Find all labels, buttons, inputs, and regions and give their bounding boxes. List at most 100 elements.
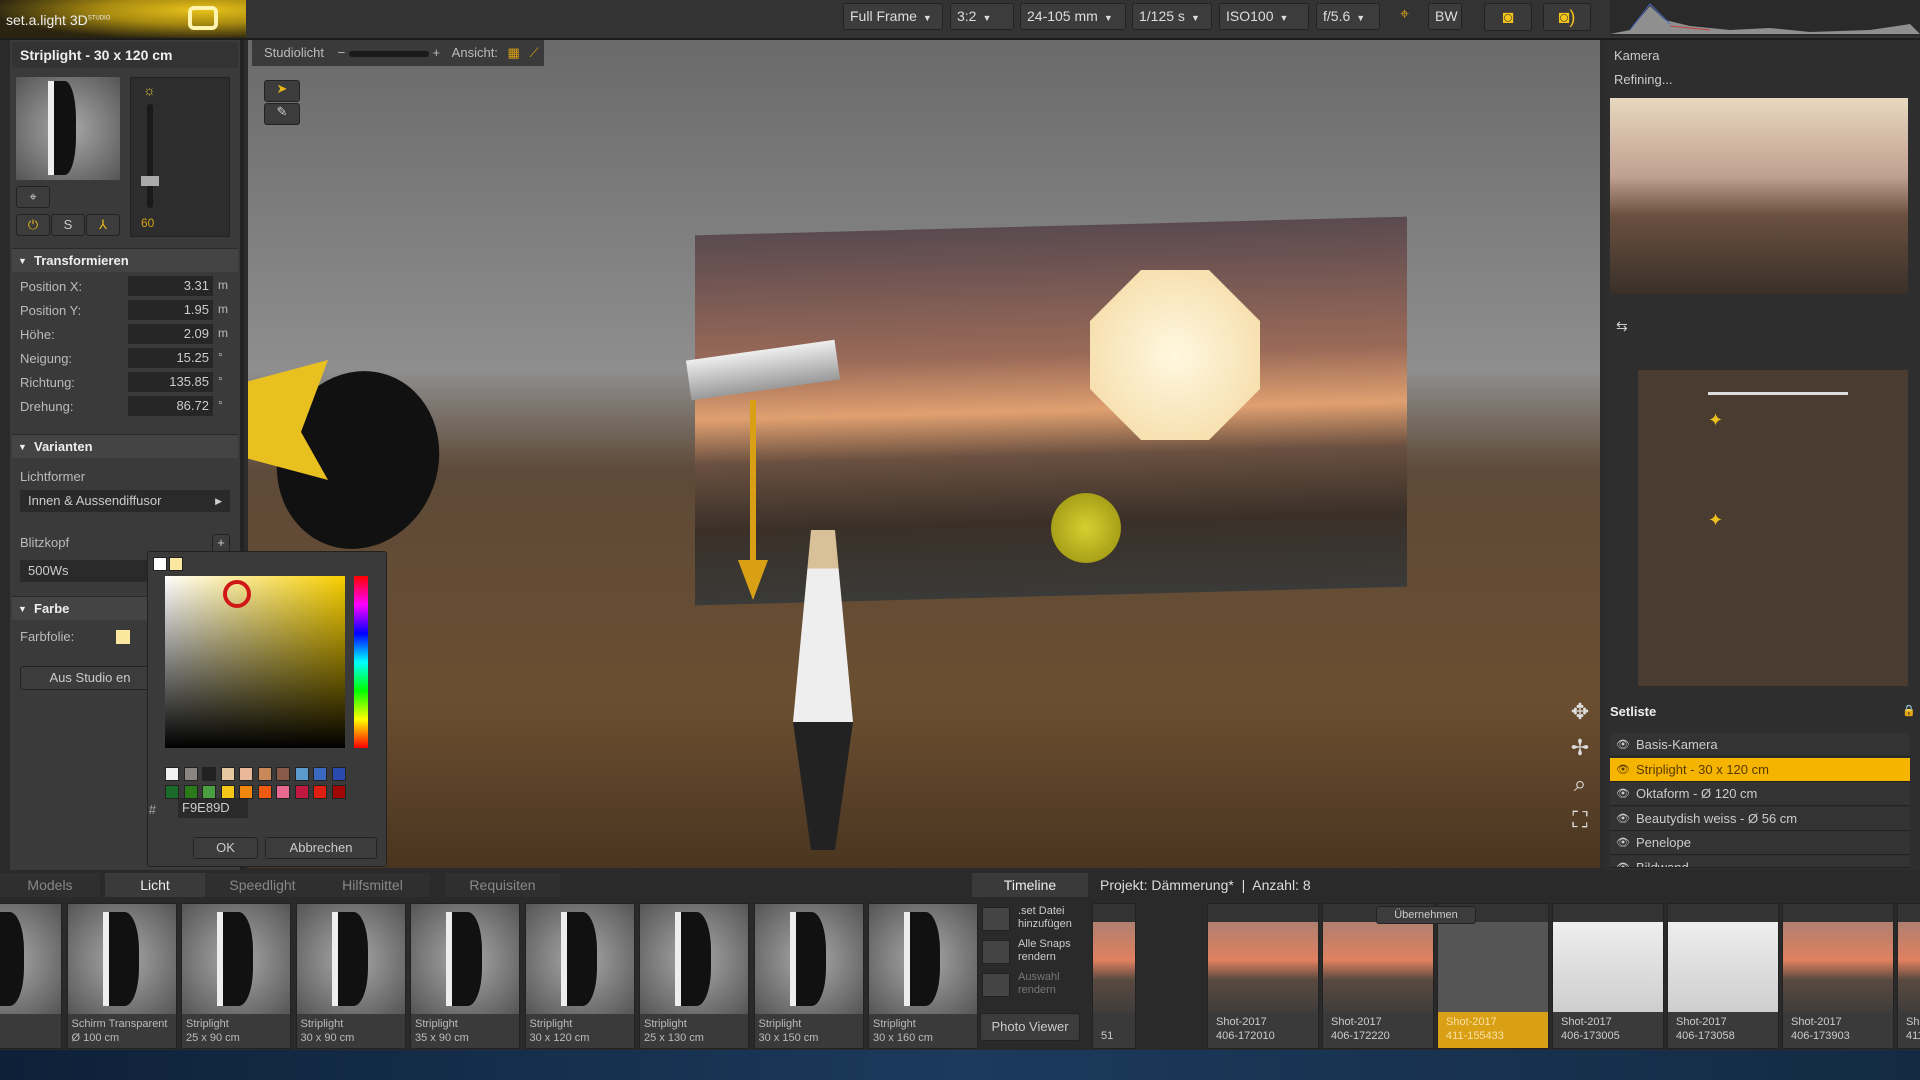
swap-icon[interactable]: ⇆ xyxy=(1616,318,1628,335)
setliste-item[interactable]: 👁 Oktaform - Ø 120 cm xyxy=(1610,782,1910,806)
library-item[interactable]: Schirm Transparent Ø 100 cm xyxy=(66,903,177,1049)
current-color-swatch[interactable] xyxy=(169,557,183,571)
tab-models[interactable]: Models xyxy=(0,873,100,897)
palette-swatch[interactable] xyxy=(313,767,327,781)
stand-button[interactable]: ⅄ xyxy=(86,214,120,236)
target-button[interactable]: ⌖ xyxy=(16,186,50,208)
library-item[interactable]: Striplight 25 x 90 cm xyxy=(181,903,291,1049)
snapshot-thumb[interactable]: Shot-2017 406-172220 xyxy=(1322,903,1434,1049)
camera-snap-button[interactable]: ◙ xyxy=(1484,3,1532,31)
palette-swatch[interactable] xyxy=(276,785,290,799)
transform-input[interactable]: 135.85 xyxy=(128,372,213,392)
setliste-item[interactable]: 👁 Bildwand xyxy=(1610,855,1910,868)
palette-swatch[interactable] xyxy=(239,767,253,781)
setliste-item[interactable]: 👁 Penelope xyxy=(1610,831,1910,855)
transform-input[interactable]: 15.25 xyxy=(128,348,213,368)
palette-swatch[interactable] xyxy=(202,767,216,781)
eye-icon[interactable]: 👁 xyxy=(1616,807,1630,831)
shutter-dropdown[interactable]: 1/125 s ▼ xyxy=(1132,3,1212,30)
cancel-button[interactable]: Abbrechen xyxy=(265,837,377,859)
timeline-action[interactable]: .set Datei hinzufügen xyxy=(980,905,1086,935)
hex-input[interactable]: F9E89D xyxy=(178,798,248,818)
line-icon[interactable]: ⟋ xyxy=(529,45,538,60)
lock-icon[interactable]: 🔒 xyxy=(1902,704,1916,717)
snapshot-thumb[interactable]: Shot-2017 411-154520 xyxy=(1897,903,1920,1049)
snapshot-thumb[interactable]: 51 xyxy=(1092,903,1136,1049)
3d-viewport[interactable]: ✥ ✢ ⌕ ⛶ xyxy=(248,40,1600,868)
library-item[interactable]: Striplight 30 x 160 cm xyxy=(868,903,978,1049)
library-item[interactable]: Striplight 30 x 150 cm xyxy=(753,903,864,1049)
snapshot-thumb[interactable]: Shot-2017 406-173903 xyxy=(1782,903,1894,1049)
palette-swatch[interactable] xyxy=(239,785,253,799)
power-slider[interactable] xyxy=(141,104,159,208)
lens-dropdown[interactable]: 24-105 mm ▼ xyxy=(1020,3,1126,30)
snapshot-thumb[interactable]: Shot-2017 406-173058 xyxy=(1667,903,1779,1049)
tab-requisiten[interactable]: Requisiten xyxy=(445,873,560,897)
palette-swatch[interactable] xyxy=(294,767,309,781)
measure-tool-icon[interactable]: ✎ xyxy=(264,103,300,125)
color-cursor[interactable] xyxy=(223,580,251,608)
transform-input[interactable]: 2.09 xyxy=(128,324,213,344)
ok-button[interactable]: OK xyxy=(193,837,258,859)
camera-burst-button[interactable]: ◙) xyxy=(1543,3,1591,31)
palette-swatch[interactable] xyxy=(220,767,235,781)
library-item[interactable]: Striplight 35 x 90 cm xyxy=(410,903,520,1049)
saturation-value-area[interactable] xyxy=(165,576,345,748)
palette-swatch[interactable] xyxy=(331,785,346,799)
sensor-dropdown[interactable]: Full Frame ▼ xyxy=(843,3,943,30)
palette-swatch[interactable] xyxy=(276,767,290,781)
timeline-action[interactable]: Alle Snaps rendern xyxy=(980,938,1086,968)
solo-button[interactable]: S xyxy=(51,214,85,236)
palette-swatch[interactable] xyxy=(202,785,216,799)
snapshot-thumb[interactable]: Shot-2017 406-173005 xyxy=(1552,903,1664,1049)
focus-target-icon[interactable]: ⌖ xyxy=(1400,6,1409,24)
aperture-dropdown[interactable]: f/5.6 ▼ xyxy=(1316,3,1380,30)
palette-swatch[interactable] xyxy=(165,767,179,781)
palette-swatch[interactable] xyxy=(313,785,327,799)
left-scrollbar[interactable] xyxy=(0,40,10,870)
snapshot-thumb[interactable]: Shot-2017 411-155433 xyxy=(1437,903,1549,1049)
grid-icon[interactable]: ▦ xyxy=(508,45,520,60)
palette-swatch[interactable] xyxy=(220,785,235,799)
camera-preview[interactable] xyxy=(1610,98,1908,294)
apply-button[interactable]: Übernehmen xyxy=(1376,906,1476,924)
light-marker[interactable]: ✦ xyxy=(1708,510,1723,531)
tab-speedlight[interactable]: Speedlight xyxy=(205,873,320,897)
snapshot-thumb[interactable]: Shot-2017 406-172010 xyxy=(1207,903,1319,1049)
library-item[interactable]: Striplight 30 x 90 cm xyxy=(295,903,406,1049)
palette-swatch[interactable] xyxy=(183,785,198,799)
hue-slider[interactable] xyxy=(354,576,368,748)
setliste-item[interactable]: 👁 Striplight - 30 x 120 cm xyxy=(1610,757,1910,782)
eye-icon[interactable]: 👁 xyxy=(1616,733,1630,757)
transform-input[interactable]: 86.72 xyxy=(128,396,213,416)
palette-swatch[interactable] xyxy=(257,785,272,799)
studiolicht-plus[interactable]: + xyxy=(432,45,440,60)
palette-swatch[interactable] xyxy=(331,767,346,781)
top-view-map[interactable]: ✦ ✦ xyxy=(1638,370,1908,686)
ratio-dropdown[interactable]: 3:2 ▼ xyxy=(950,3,1014,30)
power-slider-handle[interactable] xyxy=(141,176,159,186)
original-color-swatch[interactable] xyxy=(153,557,167,571)
add-blitzkopf-button[interactable]: + xyxy=(212,534,230,552)
library-item[interactable]: Silberm xyxy=(0,903,62,1049)
setliste-item[interactable]: 👁 Basis-Kamera xyxy=(1610,733,1910,757)
bw-button[interactable]: BW xyxy=(1428,3,1462,30)
studiolicht-slider[interactable] xyxy=(348,50,429,57)
navigation-icons[interactable]: ✥ ✢ ⌕ ⛶ xyxy=(1565,694,1595,838)
light-marker[interactable]: ✦ xyxy=(1708,410,1723,431)
tab-hilfsmittel[interactable]: Hilfsmittel xyxy=(315,873,430,897)
lichtformer-select[interactable]: Innen & Aussendiffusor ▶ xyxy=(20,490,230,512)
octabox-light[interactable] xyxy=(1090,270,1260,440)
farbfolie-swatch[interactable] xyxy=(116,630,130,644)
palette-swatch[interactable] xyxy=(294,785,309,799)
photo-viewer-button[interactable]: Photo Viewer xyxy=(980,1013,1080,1041)
eye-icon[interactable]: 👁 xyxy=(1616,782,1630,806)
palette-swatch[interactable] xyxy=(257,767,272,781)
tab-timeline[interactable]: Timeline xyxy=(972,873,1088,897)
timeline-action[interactable]: Auswahl rendern xyxy=(980,971,1086,1001)
blitzkopf-select[interactable]: 500Ws xyxy=(20,560,150,582)
remove-from-studio-button[interactable]: Aus Studio en xyxy=(20,666,160,690)
tab-licht[interactable]: Licht xyxy=(105,873,205,897)
palette-swatch[interactable] xyxy=(183,767,198,781)
eye-icon[interactable]: 👁 xyxy=(1616,831,1630,855)
